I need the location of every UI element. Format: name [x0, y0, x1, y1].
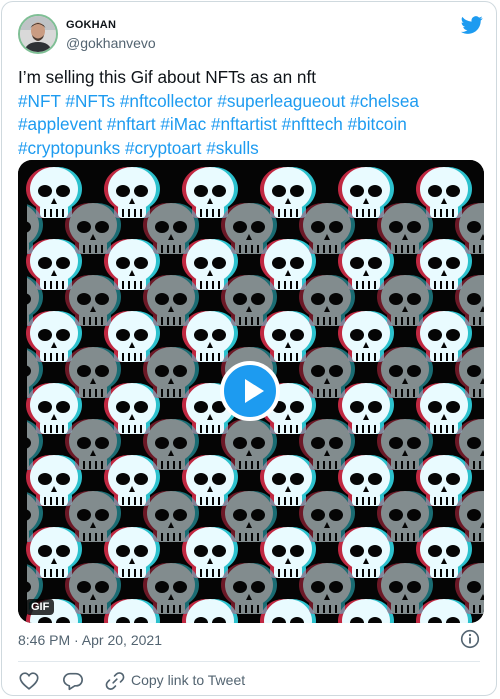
divider: [18, 661, 480, 662]
copy-link-button[interactable]: Copy link to Tweet: [104, 670, 254, 692]
twitter-bird-icon[interactable]: [460, 14, 484, 36]
info-icon[interactable]: [460, 629, 480, 649]
tweet-embed-card: GOKHAN @gokhanvevo I’m selling this Gif …: [1, 1, 497, 696]
play-button[interactable]: [220, 361, 280, 421]
tweet-text: I’m selling this Gif about NFTs as an nf…: [18, 66, 484, 160]
hashtag-list[interactable]: #NFT #NFTs #nftcollector #superleagueout…: [18, 91, 419, 158]
gif-media[interactable]: GIF: [18, 160, 484, 623]
tweet-body: I’m selling this Gif about NFTs as an nf…: [18, 67, 317, 87]
reply-icon: [63, 672, 83, 691]
person-avatar-icon: [20, 16, 56, 52]
reply-button[interactable]: [62, 670, 84, 692]
tweet-timestamp[interactable]: 8:46 PM · Apr 20, 2021: [18, 632, 162, 648]
like-button[interactable]: [18, 670, 40, 692]
copy-link-label: Copy link to Tweet: [131, 672, 246, 688]
heart-icon: [19, 672, 39, 690]
tweet-actions: Copy link to Tweet: [18, 670, 488, 692]
gif-badge: GIF: [26, 599, 55, 615]
author-handle[interactable]: @gokhanvevo: [66, 35, 156, 51]
avatar[interactable]: [18, 14, 58, 54]
tweet-header: GOKHAN @gokhanvevo: [18, 14, 484, 58]
link-icon: [105, 672, 125, 690]
author-display-name[interactable]: GOKHAN: [66, 19, 116, 31]
